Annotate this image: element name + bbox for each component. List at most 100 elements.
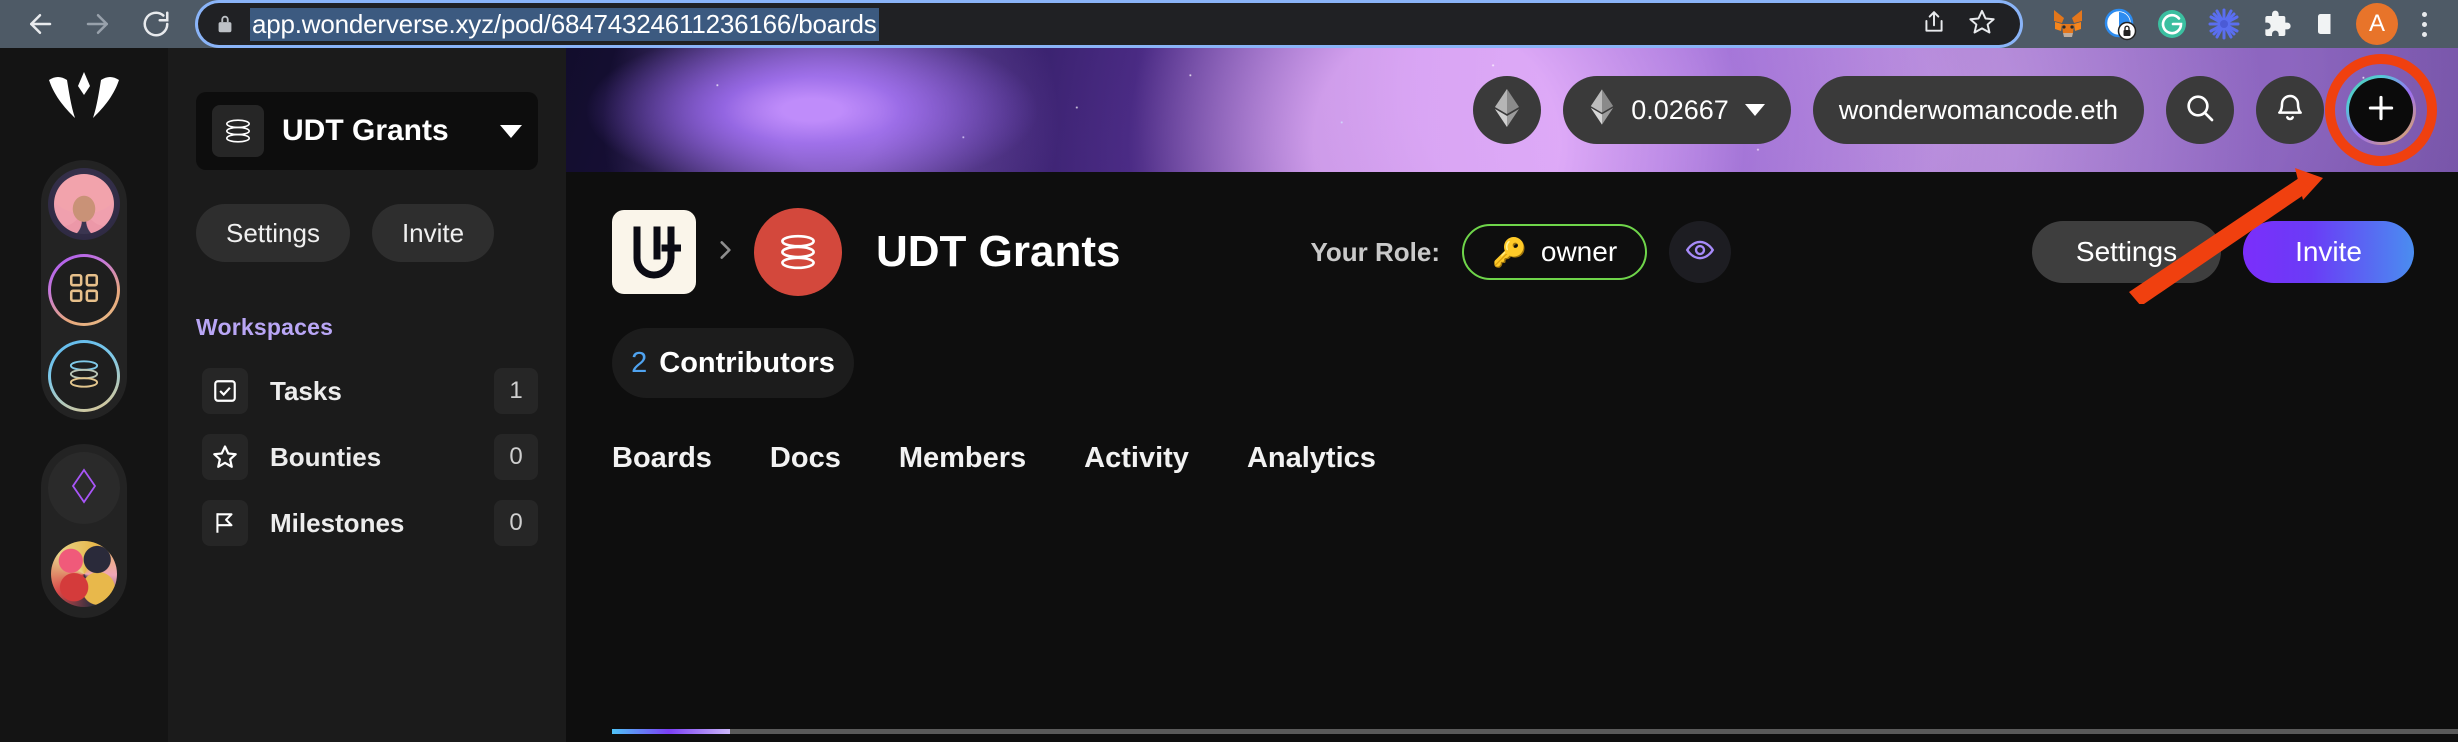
sidebar-item-count: 1 [494,368,538,414]
rail-org-grid[interactable] [46,252,122,328]
main-content: 0.02667 wonderwomancode.eth UDT Grants Y… [566,48,2458,742]
pod-header: UDT Grants Your Role: 🔑 owner Settings I… [566,172,2458,296]
app-shell: UDT Grants Settings Invite Workspaces Ta… [0,48,2458,742]
chevron-down-icon[interactable] [1744,104,1765,116]
workspace-actions: Settings Invite [196,204,538,262]
back-button[interactable] [14,4,66,44]
tab-members[interactable]: Members [899,442,1026,481]
tab-underline [612,729,2458,734]
tab-activity[interactable]: Activity [1084,442,1189,481]
grid-org-icon [67,271,101,310]
role-label: Your Role: [1310,236,1441,267]
privacy-lock-extension-icon[interactable] [2098,2,2142,46]
share-button[interactable] [1912,2,1956,46]
ethereum-diamond-icon [71,466,97,511]
asterisk-extension-icon[interactable] [2202,2,2246,46]
wonderverse-logo[interactable] [44,68,124,134]
pod-avatar[interactable] [754,208,842,296]
sidebar-invite-button[interactable]: Invite [371,204,495,262]
share-icon [1921,9,1947,40]
grammarly-extension-icon[interactable] [2150,2,2194,46]
role-value: owner [1540,236,1618,267]
workspace-nav-list: Tasks 1 Bounties 0 Milestones 0 [196,363,538,551]
app-topbar: 0.02667 wonderwomancode.eth [566,48,2458,306]
address-bar[interactable]: app.wonderverse.xyz/pod/6847432461123616… [198,3,2020,45]
invite-button[interactable]: Invite [2243,221,2414,283]
tab-boards[interactable]: Boards [612,442,712,481]
workspace-name: UDT Grants [282,114,449,147]
pod-header-actions: Settings Invite [2031,221,2458,283]
url-text[interactable]: app.wonderverse.xyz/pod/6847432461123616… [250,7,879,41]
search-icon [2184,92,2216,129]
rail-avatar-user[interactable] [46,166,122,242]
sidebar-item-bounties[interactable]: Bounties 0 [196,429,538,485]
sidebar-item-tasks[interactable]: Tasks 1 [196,363,538,419]
create-button[interactable] [2129,54,2437,306]
forward-arrow-icon [83,9,113,39]
pod-tabs: Boards Docs Members Activity Analytics [612,442,2458,481]
browser-toolbar: app.wonderverse.xyz/pod/6847432461123616… [0,0,2458,48]
sidebar-item-milestones[interactable]: Milestones 0 [196,495,538,551]
puzzle-extensions-icon[interactable] [2254,2,2298,46]
wallet-balance-chip[interactable]: 0.02667 [1563,76,1791,144]
plus-icon [2364,91,2398,130]
bookmark-button[interactable] [1960,2,2004,46]
chrome-profile-avatar[interactable]: A [2356,3,2398,45]
bell-icon [2274,92,2306,129]
eth-network-button[interactable] [1473,76,1542,144]
rail-group-primary [41,160,127,420]
visibility-toggle[interactable] [1669,221,1732,283]
checkbox-check-icon [202,368,248,414]
status-badge: 🔑 owner [1462,224,1648,280]
tab-docs[interactable]: Docs [770,442,841,481]
icon-rail [0,48,168,742]
rail-avatar-alt[interactable] [46,536,122,612]
rail-group-secondary [41,444,127,618]
back-arrow-icon [25,9,55,39]
sidebar-item-label: Tasks [270,375,342,406]
star-bookmark-icon [1968,8,1996,41]
three-dot-menu-icon[interactable] [2404,2,2444,46]
star-icon [202,434,248,480]
omnibox-actions [1902,2,2004,46]
reload-icon [141,9,171,39]
contributors-chip[interactable]: 2 Contributors [612,328,854,398]
chevron-right-icon [712,233,738,272]
metamask-extension-icon[interactable] [2046,2,2090,46]
tab-analytics[interactable]: Analytics [1247,442,1376,481]
extensions-area [2032,2,2350,46]
tab-active-indicator [612,729,730,734]
wallet-address-chip[interactable]: wonderwomancode.eth [1812,76,2144,144]
key-icon: 🔑 [1492,236,1527,268]
chevron-down-icon[interactable] [500,124,522,138]
udt-org-logo[interactable] [612,210,696,294]
multi-avatar [51,541,117,607]
sidebar-item-label: Bounties [270,441,382,472]
sidebar-item-count: 0 [494,434,538,480]
search-button[interactable] [2166,76,2234,144]
rail-pod-stack[interactable] [46,338,122,414]
workspace-switcher[interactable]: UDT Grants [196,92,538,170]
workspace-sidebar: UDT Grants Settings Invite Workspaces Ta… [168,48,566,742]
contributors-count: 2 [631,346,648,379]
forward-button[interactable] [72,4,124,44]
role-section: Your Role: 🔑 owner [1310,221,1732,283]
lock-icon [214,12,236,36]
workspaces-section-label: Workspaces [196,314,334,340]
user-avatar [48,168,120,240]
workspace-icon [212,105,264,157]
ethereum-diamond-icon [1589,86,1615,135]
stack-pod-icon [65,359,103,394]
notifications-button[interactable] [2256,76,2324,144]
settings-button[interactable]: Settings [2031,221,2222,283]
rail-ethereum[interactable] [46,450,122,526]
side-panel-icon[interactable] [2306,2,2350,46]
page-title: UDT Grants [876,227,1121,276]
contributors-label: Contributors [659,346,835,379]
flag-icon [202,500,248,546]
reload-button[interactable] [130,4,182,44]
sidebar-item-count: 0 [494,500,538,546]
eye-icon [1685,235,1715,270]
sidebar-settings-button[interactable]: Settings [196,204,350,262]
wallet-balance-value: 0.02667 [1631,94,1729,125]
